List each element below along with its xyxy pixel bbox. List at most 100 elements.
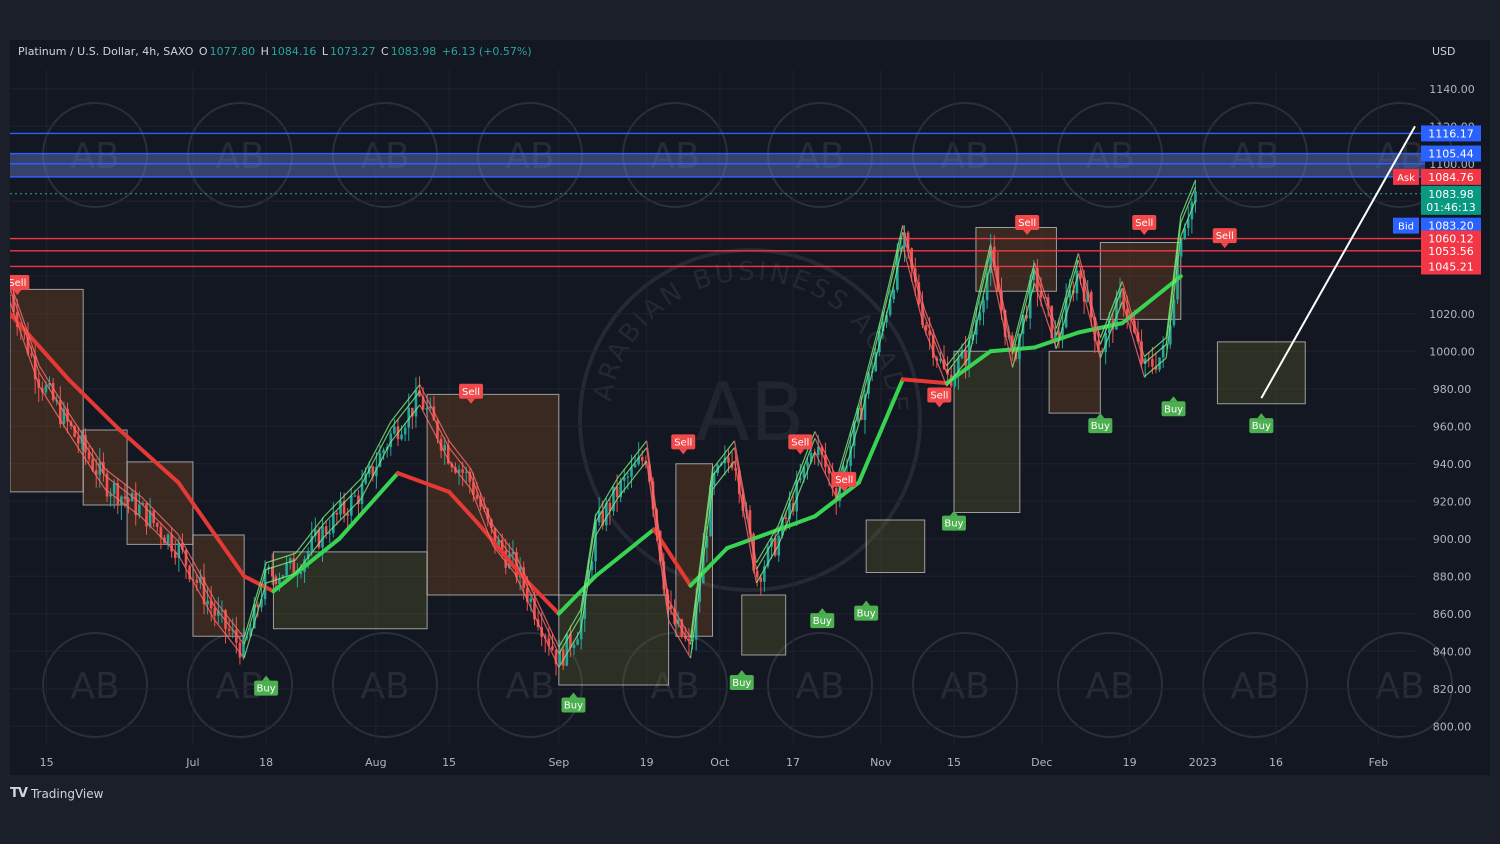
price-label-value: 01:46:13 bbox=[1426, 201, 1475, 214]
bull-zone bbox=[272, 551, 428, 630]
symbol-title[interactable]: Platinum / U.S. Dollar, 4h, SAXO bbox=[18, 45, 193, 58]
trend-ma-segment bbox=[725, 533, 766, 551]
footer-brand[interactable]: TV TradingView bbox=[10, 786, 103, 801]
buy-signal-text: Buy bbox=[1252, 421, 1271, 432]
signal-pointer bbox=[1220, 243, 1229, 249]
sell-signal-text: Sell bbox=[1216, 231, 1234, 242]
chart-panel[interactable]: ABABABABABABABABABABABABABABABABABABABAB… bbox=[0, 17, 1490, 775]
bull-zone bbox=[1216, 341, 1306, 405]
bear-zone bbox=[1048, 350, 1101, 414]
watermark-monogram: AB bbox=[360, 666, 409, 707]
sell-signal-text: Sell bbox=[1135, 218, 1153, 229]
candle-body bbox=[44, 385, 48, 393]
price-label-tag-text: Ask bbox=[1397, 173, 1415, 184]
candle-body bbox=[403, 427, 407, 435]
candle-body bbox=[123, 496, 127, 499]
watermark-monogram: AB bbox=[1375, 666, 1424, 707]
high-value: 1084.16 bbox=[270, 45, 317, 58]
x-tick-label: 16 bbox=[1269, 756, 1283, 769]
price-chart[interactable]: ABABABABABABABABABABABABABABABABABABABAB… bbox=[0, 17, 1490, 775]
signal-pointer bbox=[935, 402, 944, 408]
candle-body bbox=[242, 637, 245, 658]
y-tick-label: 1140.00 bbox=[1429, 83, 1475, 96]
price-label-value: 1045.21 bbox=[1428, 260, 1474, 273]
ribbon-ma-segment bbox=[880, 231, 904, 326]
watermark-text: ARABIAN BUSINESS ACADEMY bbox=[10, 40, 913, 416]
buy-signal-text: Buy bbox=[813, 616, 832, 627]
trend-ma-segment bbox=[988, 345, 1037, 354]
watermark-monogram: AB bbox=[1230, 666, 1279, 707]
candle-body bbox=[640, 457, 644, 461]
y-tick-label: 900.00 bbox=[1433, 533, 1472, 546]
candle-body bbox=[138, 504, 141, 516]
sell-signal-text: Sell bbox=[1018, 218, 1036, 229]
candle-body bbox=[464, 471, 468, 473]
signal-pointer bbox=[679, 449, 688, 455]
candle-body bbox=[982, 300, 985, 313]
candle-body bbox=[127, 498, 130, 502]
candle-body bbox=[633, 464, 637, 468]
ribbon-ma-segment bbox=[294, 515, 326, 554]
brand-name: TradingView bbox=[30, 786, 104, 801]
y-tick-label: 840.00 bbox=[1433, 645, 1472, 658]
buy-signal-text: Buy bbox=[1091, 421, 1110, 432]
candle-body bbox=[155, 523, 159, 527]
bull-zone bbox=[741, 594, 787, 656]
x-tick-label: Jul bbox=[185, 756, 199, 769]
candle-body bbox=[349, 495, 353, 516]
candle-body bbox=[626, 476, 630, 478]
candle-body bbox=[382, 449, 385, 453]
low-label: L bbox=[321, 45, 329, 58]
signal-pointer bbox=[1140, 230, 1149, 235]
price-label-value: 1116.17 bbox=[1428, 127, 1474, 140]
horizontal-levels bbox=[10, 132, 1425, 268]
candle-body bbox=[475, 495, 479, 499]
ribbon-ma-segment bbox=[1077, 273, 1101, 359]
y-tick-label: 800.00 bbox=[1433, 720, 1472, 733]
x-tick-label: 15 bbox=[442, 756, 456, 769]
y-tick-label: 820.00 bbox=[1433, 683, 1472, 696]
candle-body bbox=[285, 563, 288, 576]
y-tick-label: 880.00 bbox=[1433, 570, 1472, 583]
ribbon-ma-segment bbox=[243, 582, 267, 659]
price-label-value: 1084.76 bbox=[1428, 171, 1474, 184]
close-label: C bbox=[381, 45, 389, 58]
candle-body bbox=[529, 598, 533, 602]
low-value: 1073.27 bbox=[330, 45, 376, 58]
candle-body bbox=[112, 483, 116, 495]
watermark-monogram: AB bbox=[1085, 666, 1134, 707]
buy-signal-text: Buy bbox=[944, 519, 963, 530]
candle-body bbox=[353, 495, 357, 497]
ribbon-ma-segment bbox=[836, 403, 860, 479]
bear-zone bbox=[82, 429, 128, 506]
ribbon-ma-segment bbox=[733, 461, 757, 584]
y-tick-label: 920.00 bbox=[1433, 495, 1472, 508]
candle-body bbox=[425, 407, 429, 410]
buy-signal-text: Buy bbox=[857, 609, 876, 620]
signal-pointer bbox=[1169, 396, 1178, 402]
y-tick-label: 980.00 bbox=[1433, 383, 1472, 396]
candle-body bbox=[414, 390, 418, 417]
ribbon-ma-segment bbox=[880, 225, 904, 320]
candle-body bbox=[572, 644, 576, 649]
sell-signal-text: Sell bbox=[791, 437, 809, 448]
ribbon-ma-segment bbox=[646, 447, 670, 608]
open-label: O bbox=[198, 45, 208, 58]
x-tick-label: 19 bbox=[640, 756, 654, 769]
candle-body bbox=[166, 534, 170, 544]
buy-signal-text: Buy bbox=[257, 684, 276, 695]
signal-pointer bbox=[818, 608, 827, 614]
close-value: 1083.98 bbox=[390, 45, 437, 58]
x-tick-label: 2023 bbox=[1189, 756, 1217, 769]
buy-signal-text: Buy bbox=[564, 701, 583, 712]
x-tick-label: 15 bbox=[40, 756, 54, 769]
price-label-value: 1083.98 bbox=[1428, 188, 1474, 201]
candle-body bbox=[238, 642, 242, 658]
buy-signal-text: Buy bbox=[1164, 404, 1183, 415]
candle-body bbox=[324, 526, 328, 534]
currency-label[interactable]: USD bbox=[1432, 45, 1456, 58]
candle-body bbox=[1151, 359, 1154, 367]
x-tick-label: 17 bbox=[786, 756, 800, 769]
x-tick-label: Dec bbox=[1031, 756, 1052, 769]
trend-ma-segment bbox=[337, 471, 400, 541]
